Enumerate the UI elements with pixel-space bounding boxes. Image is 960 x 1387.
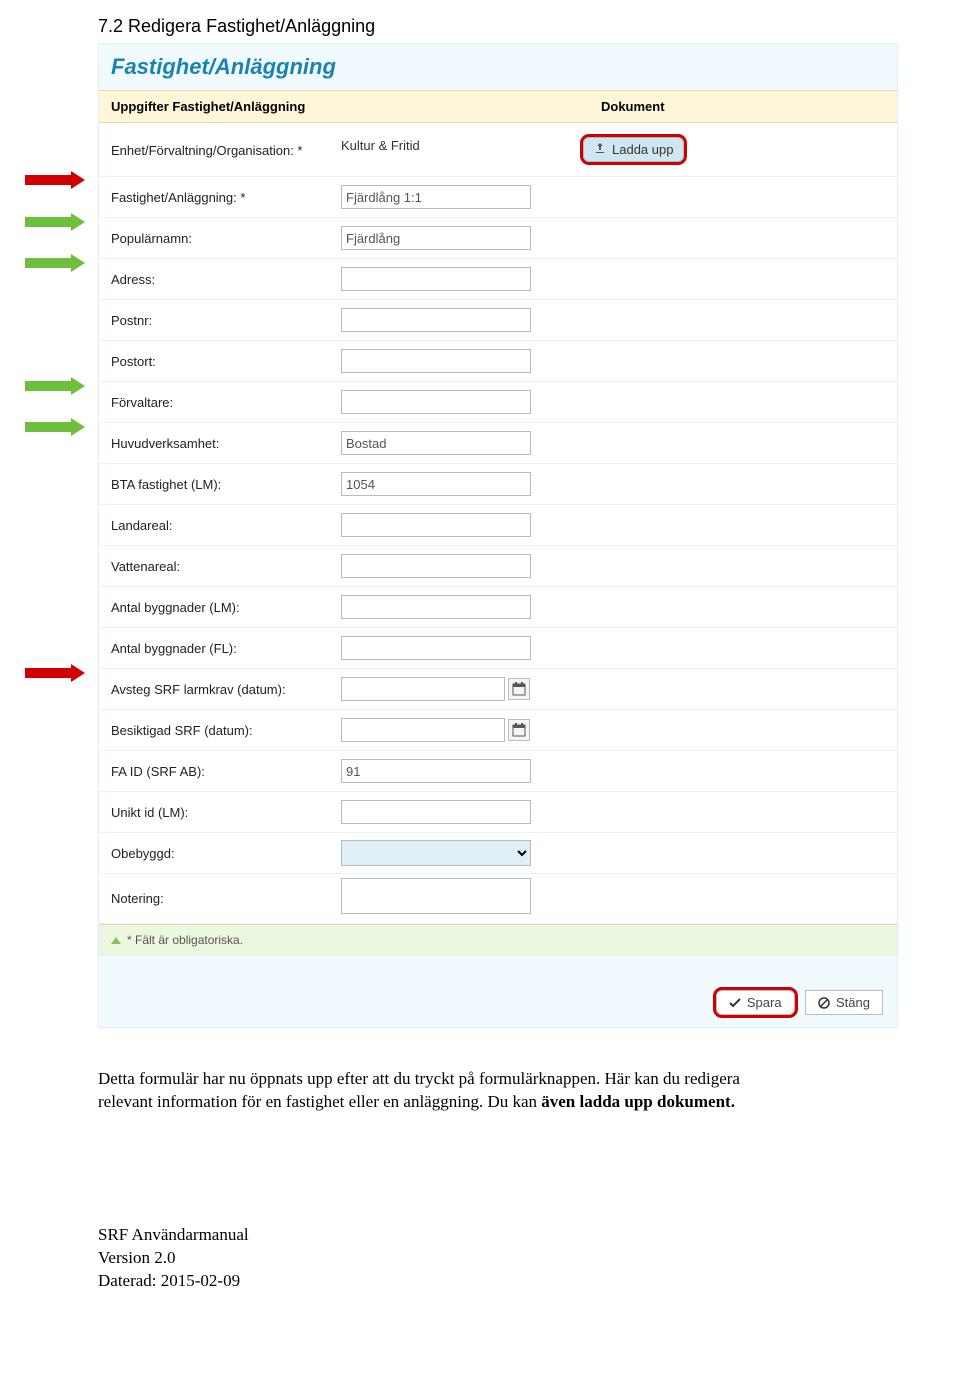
row-landareal: Landareal: — [99, 505, 897, 546]
row-vattenareal: Vattenareal: — [99, 546, 897, 587]
footer-line: SRF Användarmanual — [98, 1224, 960, 1247]
label-landareal: Landareal: — [111, 512, 341, 539]
input-postort[interactable] — [341, 349, 531, 373]
form-panel: Fastighet/Anläggning Uppgifter Fastighet… — [98, 43, 898, 1028]
arrow-red-icon — [25, 666, 85, 680]
row-postort: Postort: — [99, 341, 897, 382]
row-postnr: Postnr: — [99, 300, 897, 341]
save-label: Spara — [747, 995, 782, 1010]
value-enhet: Kultur & Fritid — [341, 138, 420, 153]
row-bta: BTA fastighet (LM): — [99, 464, 897, 505]
row-enhet: Enhet/Förvaltning/Organisation: * Kultur… — [99, 127, 897, 177]
label-obebyggd: Obebyggd: — [111, 840, 341, 867]
arrow-red-icon — [25, 173, 85, 187]
footer-line: Daterad: 2015-02-09 — [98, 1270, 960, 1293]
row-fastighet: Fastighet/Anläggning: * — [99, 177, 897, 218]
textarea-notering[interactable] — [341, 878, 531, 914]
row-forvaltare: Förvaltare: — [99, 382, 897, 423]
label-besiktigad: Besiktigad SRF (datum): — [111, 717, 341, 744]
row-popnamn: Populärnamn: — [99, 218, 897, 259]
input-antbygg-fl[interactable] — [341, 636, 531, 660]
column-headers: Uppgifter Fastighet/Anläggning Dokument — [99, 90, 897, 123]
document-footer: SRF Användarmanual Version 2.0 Daterad: … — [0, 1114, 960, 1293]
input-landareal[interactable] — [341, 513, 531, 537]
input-faid[interactable] — [341, 759, 531, 783]
row-antbygg-fl: Antal byggnader (FL): — [99, 628, 897, 669]
row-notering: Notering: — [99, 874, 897, 924]
row-antbygg-lm: Antal byggnader (LM): — [99, 587, 897, 628]
triangle-up-icon — [111, 937, 121, 944]
row-adress: Adress: — [99, 259, 897, 300]
label-bta: BTA fastighet (LM): — [111, 471, 341, 498]
row-besiktigad: Besiktigad SRF (datum): — [99, 710, 897, 751]
label-huvudverk: Huvudverksamhet: — [111, 430, 341, 457]
paragraph-bold: även ladda upp dokument. — [541, 1092, 735, 1111]
save-button[interactable]: Spara — [716, 990, 795, 1015]
select-obebyggd[interactable] — [341, 840, 531, 866]
input-avsteg-date[interactable] — [341, 677, 505, 701]
form-body: Enhet/Förvaltning/Organisation: * Kultur… — [99, 123, 897, 924]
arrow-green-icon — [25, 256, 85, 270]
label-notering: Notering: — [111, 885, 341, 912]
label-popnamn: Populärnamn: — [111, 225, 341, 252]
row-faid: FA ID (SRF AB): — [99, 751, 897, 792]
calendar-icon[interactable] — [508, 719, 530, 741]
footer-line: Version 2.0 — [98, 1247, 960, 1270]
input-antbygg-lm[interactable] — [341, 595, 531, 619]
upload-label: Ladda upp — [612, 142, 673, 157]
input-postnr[interactable] — [341, 308, 531, 332]
label-fastighet: Fastighet/Anläggning: * — [111, 184, 341, 211]
label-unikt: Unikt id (LM): — [111, 799, 341, 826]
input-adress[interactable] — [341, 267, 531, 291]
col-header-right: Dokument — [601, 99, 665, 114]
check-icon — [729, 997, 741, 1009]
row-avsteg: Avsteg SRF larmkrav (datum): — [99, 669, 897, 710]
calendar-icon[interactable] — [508, 678, 530, 700]
section-heading: 7.2 Redigera Fastighet/Anläggning — [0, 0, 960, 43]
input-bta[interactable] — [341, 472, 531, 496]
upload-button[interactable]: Ladda upp — [583, 137, 684, 162]
label-avsteg: Avsteg SRF larmkrav (datum): — [111, 676, 341, 703]
row-unikt: Unikt id (LM): — [99, 792, 897, 833]
label-postort: Postort: — [111, 348, 341, 375]
input-besiktigad-date[interactable] — [341, 718, 505, 742]
label-postnr: Postnr: — [111, 307, 341, 334]
cancel-icon — [818, 997, 830, 1009]
label-enhet: Enhet/Förvaltning/Organisation: * — [111, 137, 341, 164]
required-hint-text: * Fält är obligatoriska. — [127, 933, 243, 947]
label-forvaltare: Förvaltare: — [111, 389, 341, 416]
label-antbygg-lm: Antal byggnader (LM): — [111, 594, 341, 621]
close-button[interactable]: Stäng — [805, 990, 883, 1015]
col-header-left: Uppgifter Fastighet/Anläggning — [111, 99, 601, 114]
input-unikt[interactable] — [341, 800, 531, 824]
input-forvaltare[interactable] — [341, 390, 531, 414]
button-bar: Spara Stäng — [99, 955, 897, 1027]
input-fastighet[interactable] — [341, 185, 531, 209]
label-adress: Adress: — [111, 266, 341, 293]
input-huvudverk[interactable] — [341, 431, 531, 455]
upload-icon — [594, 142, 606, 157]
arrow-green-icon — [25, 379, 85, 393]
close-label: Stäng — [836, 995, 870, 1010]
arrow-green-icon — [25, 215, 85, 229]
label-antbygg-fl: Antal byggnader (FL): — [111, 635, 341, 662]
required-hint-bar: * Fält är obligatoriska. — [99, 924, 897, 955]
input-popnamn[interactable] — [341, 226, 531, 250]
label-vattenareal: Vattenareal: — [111, 553, 341, 580]
body-paragraph: Detta formulär har nu öppnats upp efter … — [0, 1048, 780, 1114]
input-vattenareal[interactable] — [341, 554, 531, 578]
screenshot-container: Fastighet/Anläggning Uppgifter Fastighet… — [98, 43, 898, 1028]
row-obebyggd: Obebyggd: — [99, 833, 897, 874]
arrow-green-icon — [25, 420, 85, 434]
label-faid: FA ID (SRF AB): — [111, 758, 341, 785]
panel-title: Fastighet/Anläggning — [99, 44, 897, 90]
row-huvudverk: Huvudverksamhet: — [99, 423, 897, 464]
